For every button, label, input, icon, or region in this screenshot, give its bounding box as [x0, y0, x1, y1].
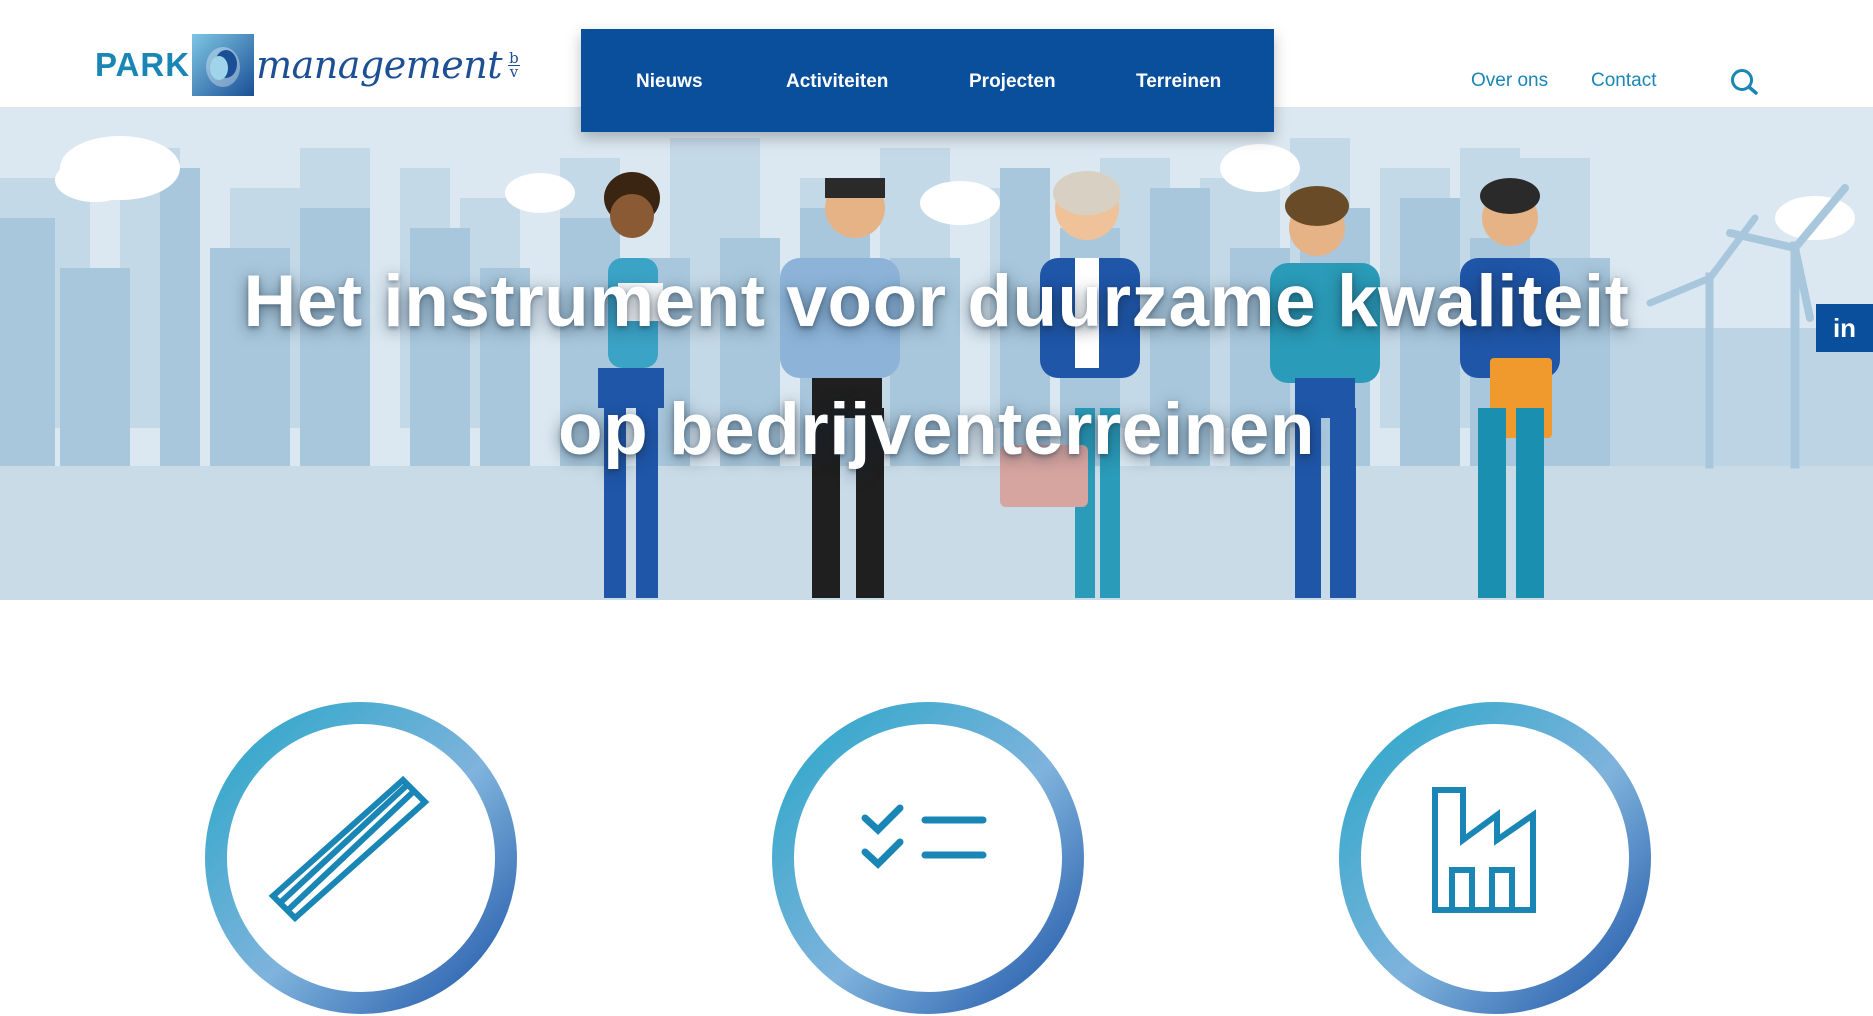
logo-bv-bottom: v: [509, 62, 519, 81]
pencil-icon: [268, 775, 430, 923]
nav-over-ons[interactable]: Over ons: [1471, 70, 1548, 92]
nav-activiteiten[interactable]: Activiteiten: [786, 71, 888, 93]
linkedin-button[interactable]: in: [1816, 304, 1873, 352]
hero-banner: Het instrument voor duurzame kwaliteit o…: [0, 108, 1873, 600]
factory-icon: [1432, 787, 1536, 913]
site-logo[interactable]: PARK management b v: [95, 34, 520, 96]
nav-contact[interactable]: Contact: [1591, 70, 1656, 92]
checklist-icon: [861, 804, 987, 869]
nav-projecten[interactable]: Projecten: [969, 71, 1056, 93]
main-nav: Nieuws Activiteiten Projecten Terreinen: [581, 29, 1274, 132]
nav-nieuws[interactable]: Nieuws: [636, 71, 703, 93]
feature-3[interactable]: [1337, 700, 1653, 1016]
nav-terreinen[interactable]: Terreinen: [1136, 71, 1221, 93]
hero-title: Het instrument voor duurzame kwaliteit o…: [0, 238, 1873, 494]
logo-park-text: PARK: [95, 46, 191, 83]
features-section: [0, 600, 1873, 1014]
logo-bv: b v: [507, 50, 520, 81]
logo-management-text: management: [256, 43, 502, 87]
feature-1[interactable]: [203, 700, 519, 1016]
search-icon[interactable]: [1728, 67, 1762, 97]
hero-title-line-1: Het instrument voor duurzame kwaliteit: [243, 261, 1630, 342]
feature-2[interactable]: [770, 700, 1086, 1016]
logo-mark-icon: [192, 34, 255, 96]
hero-title-line-2: op bedrijventerreinen: [558, 389, 1315, 470]
